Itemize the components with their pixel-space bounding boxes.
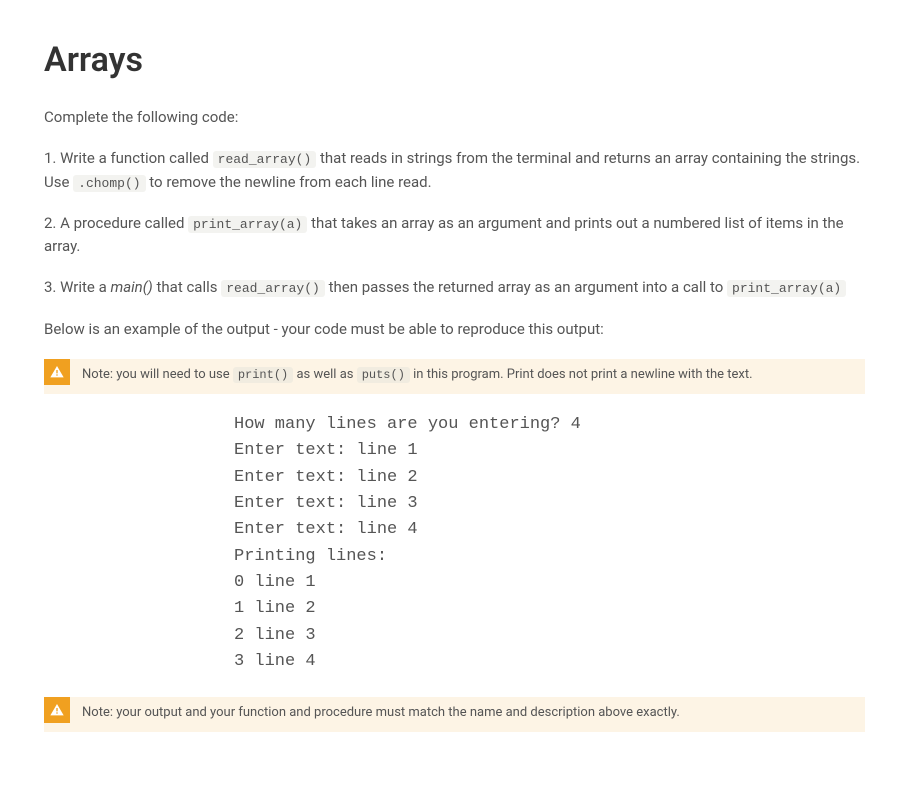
step3-pre1: 3. Write a: [44, 278, 110, 296]
step3-mid: then passes the returned array as an arg…: [325, 278, 727, 296]
warning-icon: [44, 359, 70, 385]
code-print-array-2: print_array(a): [727, 280, 846, 297]
em-main: main(): [110, 278, 152, 296]
code-chomp: .chomp(): [73, 175, 145, 192]
intro-text: Complete the following code:: [44, 106, 865, 129]
warning-body-1: Note: you will need to use print() as we…: [70, 359, 765, 394]
step-3: 3. Write a main() that calls read_array(…: [44, 276, 865, 299]
step-1: 1. Write a function called read_array() …: [44, 147, 865, 194]
warning-icon: [44, 697, 70, 723]
code-read-array: read_array(): [213, 151, 317, 168]
note1-t3: in this program. Print does not print a …: [410, 367, 753, 382]
note1-t1: Note: you will need to use: [82, 367, 233, 382]
code-print-array: print_array(a): [188, 216, 307, 233]
page-title: Arrays: [44, 40, 865, 80]
warning-body-2: Note: your output and your function and …: [70, 697, 692, 732]
sample-output: How many lines are you entering? 4 Enter…: [234, 412, 865, 675]
step1-pre: 1. Write a function called: [44, 149, 213, 167]
step-2: 2. A procedure called print_array(a) tha…: [44, 212, 865, 259]
code-puts: puts(): [357, 367, 410, 383]
note1-t2: as well as: [293, 367, 356, 382]
warning-callout-1: Note: you will need to use print() as we…: [44, 359, 865, 394]
step1-post: to remove the newline from each line rea…: [146, 173, 432, 191]
code-read-array-2: read_array(): [221, 280, 325, 297]
example-label: Below is an example of the output - your…: [44, 318, 865, 341]
step3-pre2: that calls: [153, 278, 221, 296]
code-print: print(): [233, 367, 293, 383]
warning-callout-2: Note: your output and your function and …: [44, 697, 865, 732]
step2-pre: 2. A procedure called: [44, 214, 188, 232]
